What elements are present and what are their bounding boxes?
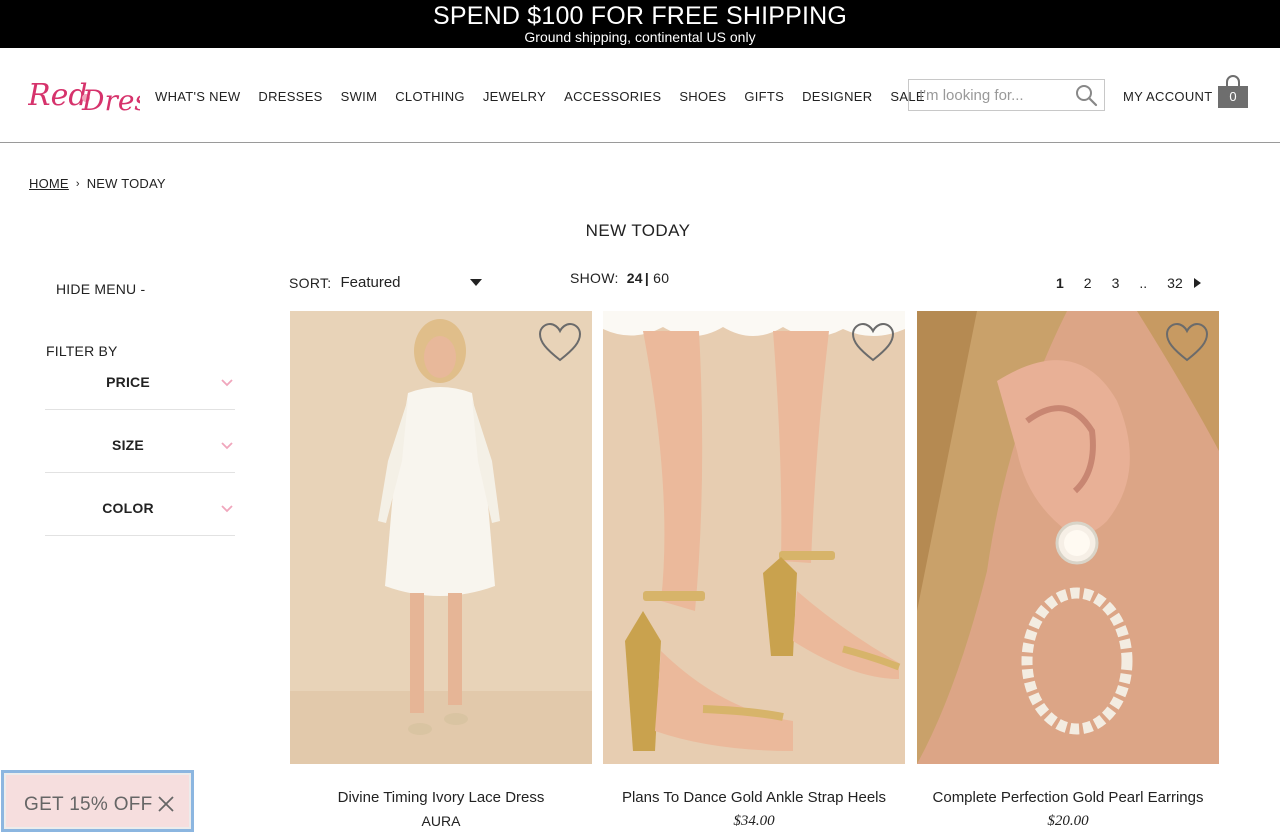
promo-bar: SPEND $100 FOR FREE SHIPPING Ground ship… — [0, 0, 1280, 48]
caret-down-icon[interactable] — [470, 278, 483, 287]
product-image[interactable] — [290, 311, 592, 764]
logo-wordmark: Red Dress — [27, 78, 163, 117]
wishlist-heart-icon[interactable] — [538, 323, 582, 363]
logo[interactable]: Red Dress — [27, 70, 163, 118]
nav-dresses[interactable]: DRESSES — [258, 89, 322, 104]
product-card[interactable]: Plans To Dance Gold Ankle Strap Heels $3… — [603, 311, 905, 839]
main-nav: WHAT'S NEW DRESSES SWIM CLOTHING JEWELRY… — [155, 89, 943, 104]
svg-text:Red: Red — [28, 78, 88, 113]
product-name[interactable]: Complete Perfection Gold Pearl Earrings — [917, 789, 1219, 806]
wishlist-heart-icon[interactable] — [1165, 323, 1209, 363]
search-input[interactable] — [909, 80, 1069, 110]
ivory-lace-dress-photo — [290, 311, 592, 764]
close-icon[interactable] — [157, 795, 175, 813]
bag-count: 0 — [1218, 86, 1248, 108]
chevron-down-icon — [221, 442, 233, 450]
nav-whats-new[interactable]: WHAT'S NEW — [155, 89, 240, 104]
discount-popup[interactable]: GET 15% OFF — [1, 770, 194, 832]
breadcrumb-separator: › — [75, 177, 80, 190]
discount-label[interactable]: GET 15% OFF — [24, 794, 153, 816]
product-name[interactable]: Divine Timing Ivory Lace Dress — [290, 789, 592, 806]
next-page-icon[interactable] — [1193, 278, 1201, 288]
product-card[interactable]: Complete Perfection Gold Pearl Earrings … — [917, 311, 1219, 839]
shopping-bag-button[interactable]: 0 — [1218, 74, 1248, 110]
hide-menu-toggle[interactable]: HIDE MENU - — [56, 281, 145, 297]
product-name[interactable]: Plans To Dance Gold Ankle Strap Heels — [603, 789, 905, 806]
sort-label: SORT: — [289, 274, 332, 291]
nav-swim[interactable]: SWIM — [341, 89, 378, 104]
product-price: $34.00 — [733, 813, 775, 829]
nav-gifts[interactable]: GIFTS — [744, 89, 784, 104]
discount-popup-body: GET 15% OFF — [6, 775, 189, 827]
filter-size[interactable]: SIZE — [45, 410, 235, 473]
show-separator: | — [644, 270, 650, 286]
filter-label: SIZE — [112, 437, 144, 453]
filter-price[interactable]: PRICE — [45, 347, 235, 410]
site-header: Red Dress WHAT'S NEW DRESSES SWIM CLOTHI… — [0, 48, 1280, 143]
filter-color[interactable]: COLOR — [45, 473, 235, 536]
nav-shoes[interactable]: SHOES — [679, 89, 726, 104]
sort-selected-value[interactable]: Featured — [340, 274, 470, 291]
product-card[interactable]: Divine Timing Ivory Lace Dress AURA — [290, 311, 592, 839]
wishlist-heart-icon[interactable] — [851, 323, 895, 363]
show-label: SHOW: — [570, 270, 619, 286]
nav-jewelry[interactable]: JEWELRY — [483, 89, 546, 104]
page-2[interactable]: 2 — [1084, 275, 1092, 291]
show-option-24[interactable]: 24 — [627, 270, 643, 286]
breadcrumb: HOME › NEW TODAY — [29, 176, 166, 191]
page-title: NEW TODAY — [585, 221, 691, 240]
promo-headline: SPEND $100 FOR FREE SHIPPING — [432, 2, 848, 30]
filter-label: COLOR — [102, 500, 154, 516]
gold-heels-photo — [603, 311, 905, 764]
product-price: $20.00 — [1047, 813, 1089, 829]
pagination: 1 2 3 .. 32 — [1056, 275, 1201, 291]
page-32[interactable]: 32 — [1167, 275, 1183, 291]
nav-accessories[interactable]: ACCESSORIES — [564, 89, 661, 104]
breadcrumb-current: NEW TODAY — [86, 176, 166, 191]
filter-label: PRICE — [106, 374, 150, 390]
nav-clothing[interactable]: CLOTHING — [395, 89, 465, 104]
page-ellipsis: .. — [1139, 275, 1148, 291]
nav-designer[interactable]: DESIGNER — [802, 89, 872, 104]
svg-text:Dress: Dress — [81, 84, 140, 117]
search-box — [908, 79, 1105, 111]
search-icon[interactable] — [1074, 83, 1098, 107]
breadcrumb-home[interactable]: HOME — [29, 176, 69, 191]
sort-control[interactable]: SORT: Featured — [289, 274, 483, 291]
show-per-page: SHOW: 24 | 60 — [570, 270, 669, 286]
promo-subline: Ground shipping, continental US only — [524, 29, 756, 45]
product-image[interactable] — [603, 311, 905, 764]
chevron-down-icon — [221, 379, 233, 387]
chevron-down-icon — [221, 505, 233, 513]
product-brand: AURA — [421, 813, 461, 829]
my-account-link[interactable]: MY ACCOUNT — [1123, 89, 1212, 104]
page-1[interactable]: 1 — [1056, 275, 1064, 291]
pearl-earrings-photo — [917, 311, 1219, 764]
product-image[interactable] — [917, 311, 1219, 764]
page-3[interactable]: 3 — [1112, 275, 1120, 291]
show-option-60[interactable]: 60 — [653, 270, 669, 286]
